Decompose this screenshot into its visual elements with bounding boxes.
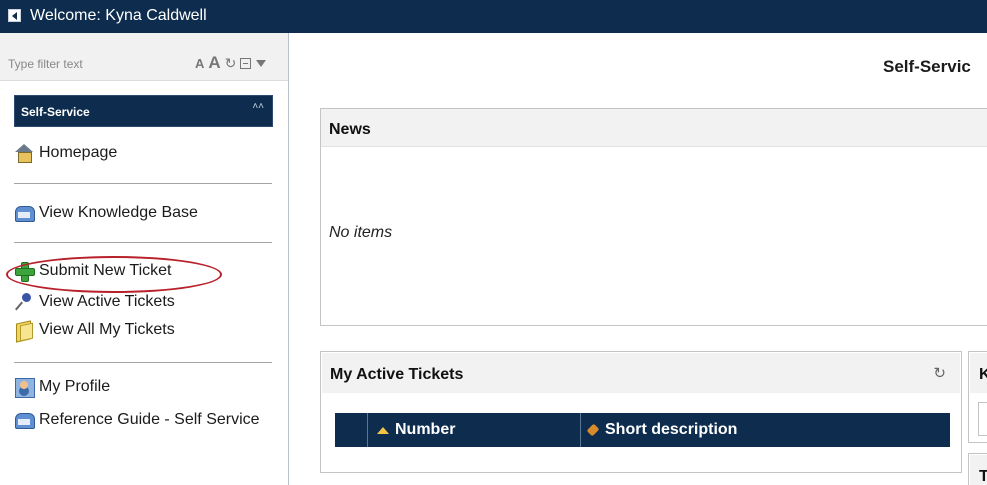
- nav-section-title: Self-Service: [21, 105, 90, 119]
- pin-icon: [14, 292, 34, 312]
- side-panel-2-header: T: [970, 455, 987, 485]
- nav-section-self-service[interactable]: Self-Service ˄˄: [14, 95, 273, 127]
- select-column-header[interactable]: [335, 413, 368, 447]
- increase-font-icon[interactable]: A: [208, 53, 220, 73]
- collapse-section-icon[interactable]: ˄˄: [252, 102, 264, 112]
- side-panel-title: K: [979, 366, 987, 383]
- nav-item-label: View All My Tickets: [39, 321, 175, 338]
- nav-item-label: View Active Tickets: [39, 293, 175, 310]
- nav-divider: [14, 183, 272, 184]
- news-panel: News No items: [320, 108, 987, 326]
- tickets-table-header: Number Short description: [335, 413, 950, 447]
- sort-ascending-icon: [377, 426, 389, 434]
- nav-item-knowledge-base[interactable]: View Knowledge Base: [14, 203, 198, 223]
- collapse-all-icon[interactable]: [240, 57, 252, 69]
- page-title: Self-Servic: [883, 57, 971, 76]
- nav-item-reference-guide[interactable]: Reference Guide - Self Service: [14, 410, 260, 430]
- top-banner: Welcome: Kyna Caldwell: [0, 0, 987, 33]
- guide-icon: [14, 410, 35, 430]
- left-navigator: A A ↻ Self-Service ˄˄ Homepage View Know…: [0, 33, 289, 485]
- active-tickets-header: My Active Tickets ↻: [322, 353, 960, 393]
- nav-item-label: Submit New Ticket: [39, 262, 172, 279]
- knowledge-base-icon: [14, 203, 35, 223]
- chevron-down-icon[interactable]: [256, 59, 267, 67]
- news-title: News: [329, 121, 371, 138]
- refresh-icon[interactable]: ↻: [225, 55, 237, 72]
- refresh-icon[interactable]: ↻: [933, 364, 946, 382]
- active-tickets-panel: My Active Tickets ↻ Number Short descrip…: [320, 351, 962, 473]
- column-label: Number: [395, 421, 456, 438]
- decrease-font-icon[interactable]: A: [195, 56, 204, 71]
- sort-indicator-icon: [586, 423, 600, 437]
- nav-item-homepage[interactable]: Homepage: [14, 143, 117, 163]
- nav-item-submit-ticket[interactable]: Submit New Ticket: [14, 261, 172, 282]
- filter-tools: A A ↻: [195, 53, 267, 73]
- add-icon: [14, 261, 35, 282]
- filter-input[interactable]: [4, 54, 174, 74]
- nav-divider: [14, 242, 272, 243]
- side-panel-field[interactable]: [978, 402, 987, 436]
- page-title-area: Self-Servic: [290, 33, 987, 93]
- column-header-short-description[interactable]: Short description: [581, 413, 950, 447]
- column-header-number[interactable]: Number: [368, 413, 581, 447]
- side-panel-2-title: T: [979, 468, 987, 485]
- nav-item-label: Reference Guide - Self Service: [39, 411, 260, 428]
- nav-item-active-tickets[interactable]: View Active Tickets: [14, 292, 175, 312]
- filter-bar: A A ↻: [0, 33, 288, 81]
- side-panel-header: K: [970, 353, 987, 393]
- nav-item-all-tickets[interactable]: View All My Tickets: [14, 320, 175, 340]
- welcome-text: Welcome: Kyna Caldwell: [30, 7, 207, 24]
- profile-icon: [14, 377, 35, 398]
- news-empty-text: No items: [329, 224, 393, 241]
- side-panel: K: [968, 351, 987, 443]
- collapse-left-icon[interactable]: [8, 9, 21, 22]
- nav-item-label: View Knowledge Base: [39, 204, 198, 221]
- news-panel-header: News: [321, 109, 987, 147]
- active-tickets-title: My Active Tickets: [330, 366, 464, 383]
- nav-item-label: My Profile: [39, 378, 111, 395]
- folder-icon: [14, 320, 34, 340]
- nav-item-profile[interactable]: My Profile: [14, 377, 111, 398]
- side-panel-2: T: [968, 453, 987, 485]
- nav-divider: [14, 362, 272, 363]
- nav-item-label: Homepage: [39, 144, 118, 161]
- home-icon: [14, 143, 34, 163]
- column-label: Short description: [605, 421, 738, 438]
